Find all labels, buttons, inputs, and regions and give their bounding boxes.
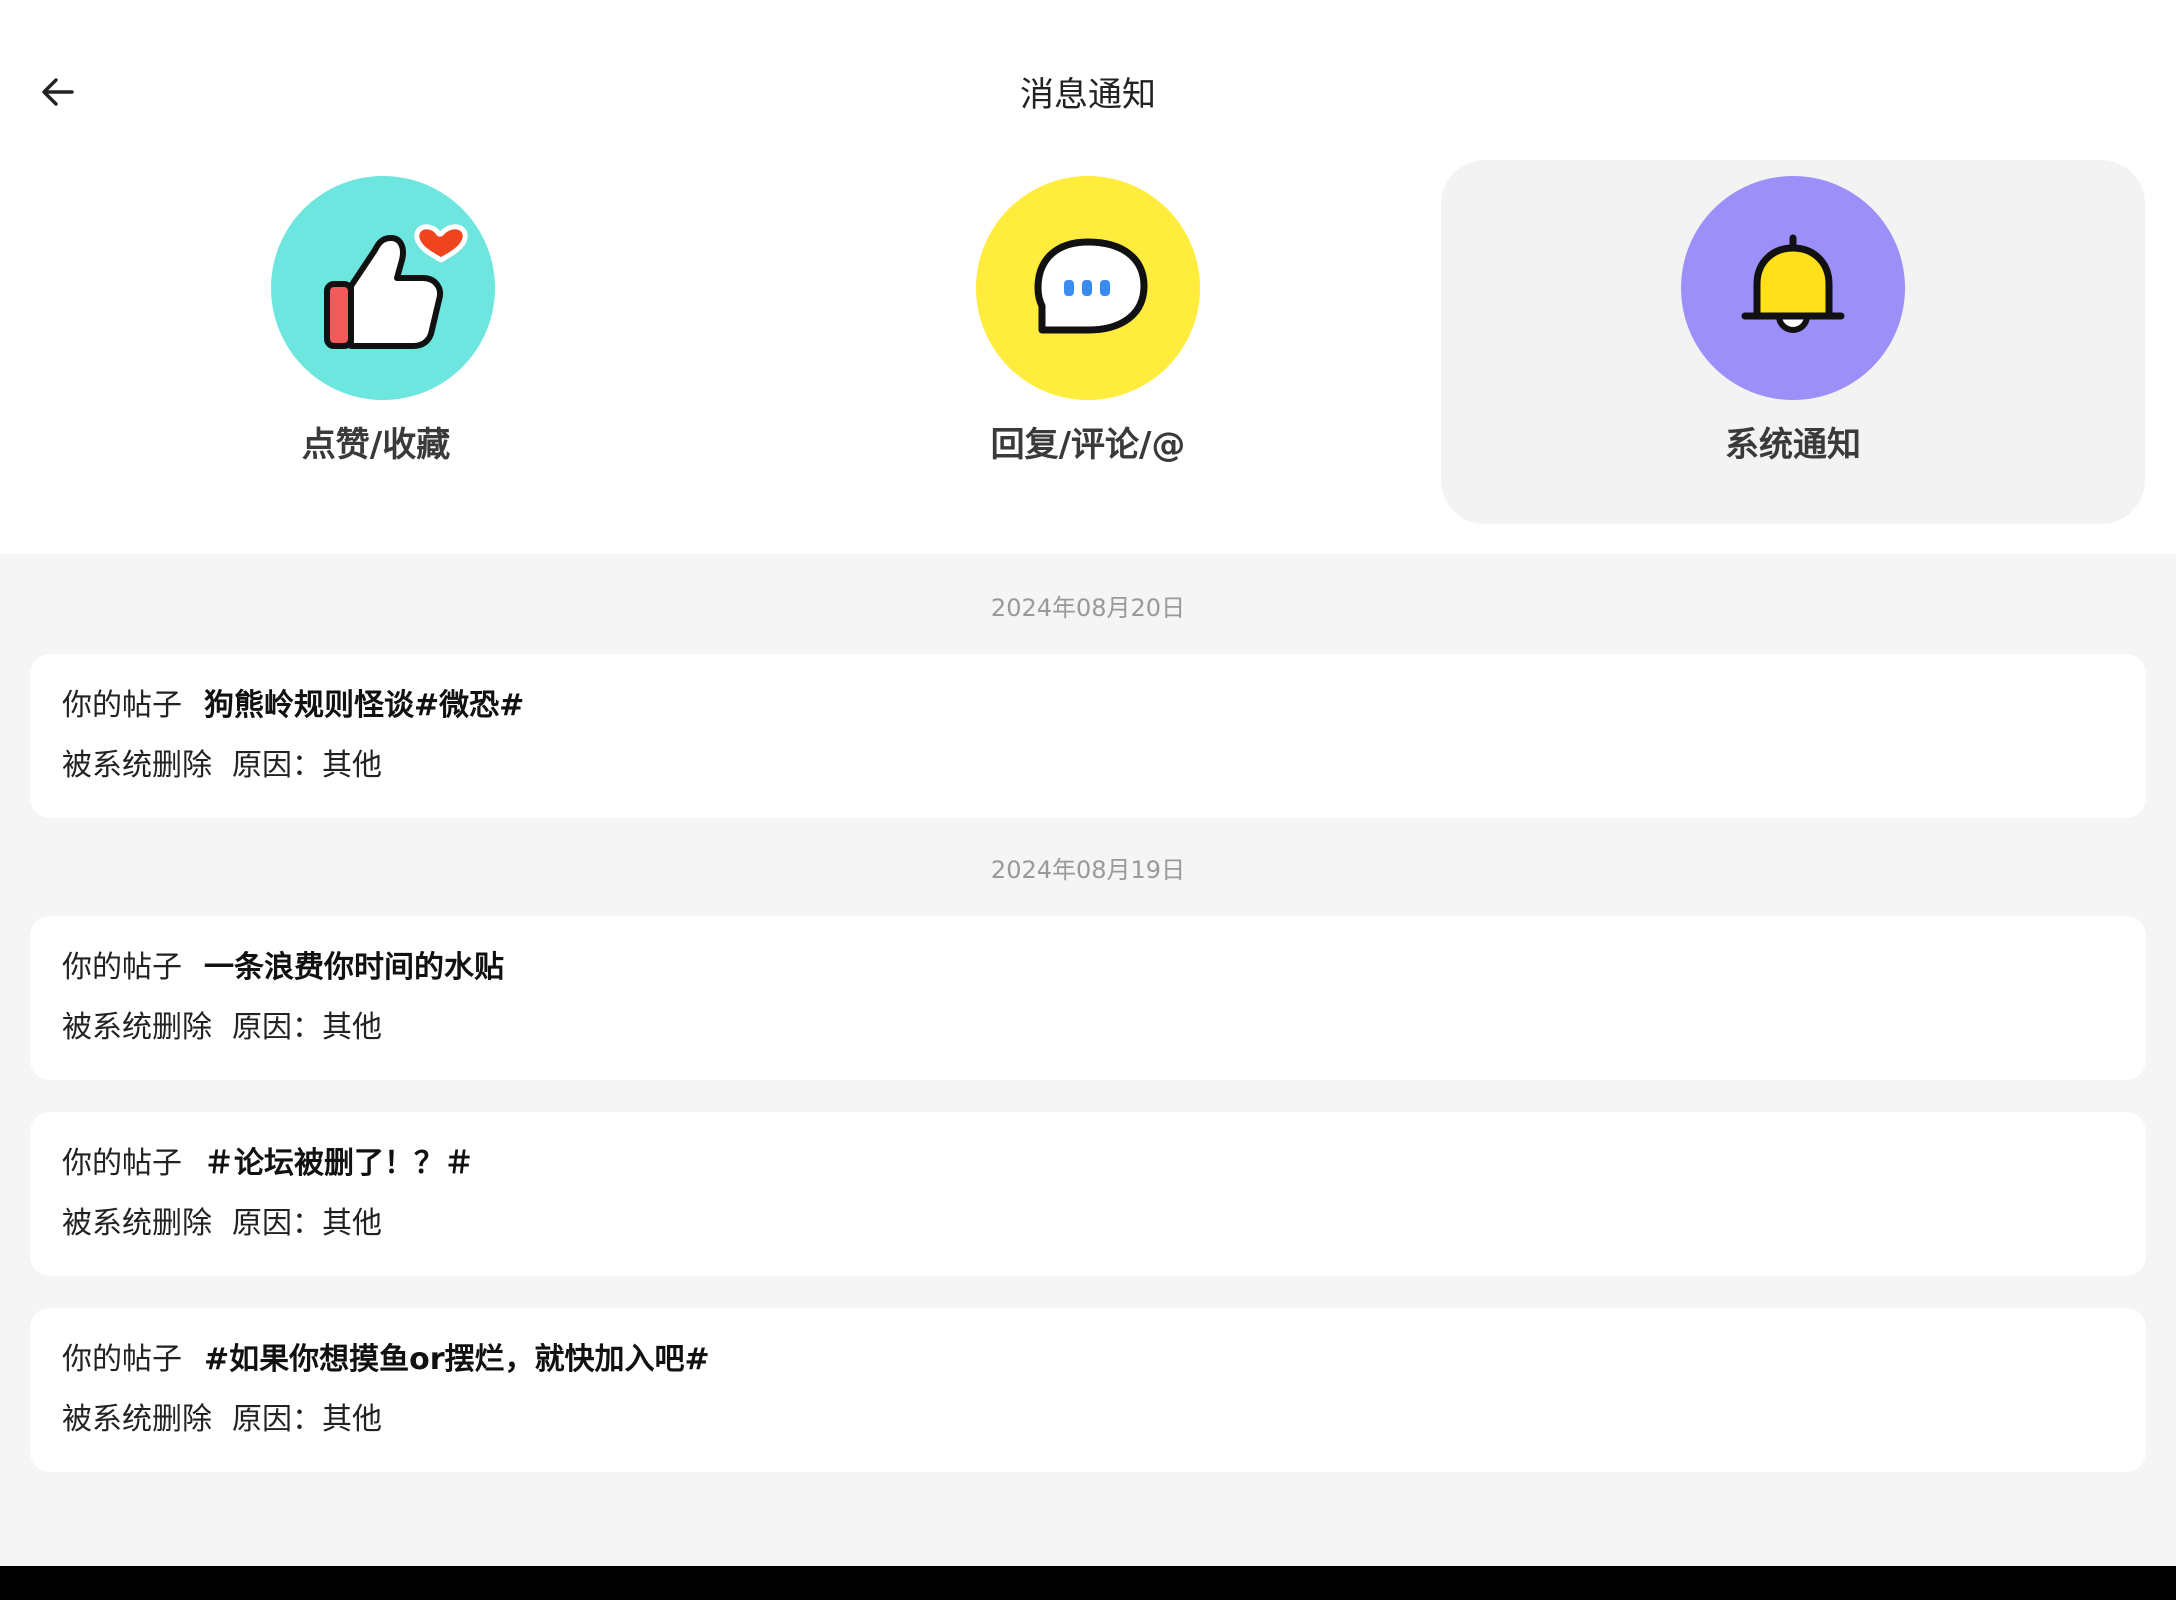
deletion-status: 被系统删除 bbox=[62, 1206, 212, 1241]
notification-line-status: 被系统删除 原因：其他 bbox=[62, 1400, 382, 1440]
header-bar: 消息通知 bbox=[0, 0, 2176, 140]
category-tabs: 点赞/收藏 回复/评论/@ 系统通知 bbox=[0, 140, 2176, 554]
tab-likes-label: 点赞/收藏 bbox=[301, 425, 451, 465]
notification-card[interactable]: 你的帖子 一条浪费你时间的水贴 被系统删除 原因：其他 bbox=[30, 916, 2146, 1080]
notification-line-post: 你的帖子 #如果你想摸鱼or摆烂，就快加入吧# bbox=[62, 1340, 710, 1380]
tab-likes-favorites[interactable]: 点赞/收藏 bbox=[24, 160, 728, 524]
notification-card[interactable]: 你的帖子 #如果你想摸鱼or摆烂，就快加入吧# 被系统删除 原因：其他 bbox=[30, 1308, 2146, 1472]
notification-card[interactable]: 你的帖子 狗熊岭规则怪谈#微恐# 被系统删除 原因：其他 bbox=[30, 654, 2146, 818]
post-prefix: 你的帖子 bbox=[62, 1342, 182, 1377]
deletion-status: 被系统删除 bbox=[62, 1402, 212, 1437]
notification-line-status: 被系统删除 原因：其他 bbox=[62, 746, 382, 786]
tab-system-notifications[interactable]: 系统通知 bbox=[1441, 160, 2145, 524]
post-title: ＃论坛被删了！？＃ bbox=[204, 1146, 474, 1181]
post-title: 一条浪费你时间的水贴 bbox=[204, 950, 504, 985]
post-title: #如果你想摸鱼or摆烂，就快加入吧# bbox=[204, 1342, 710, 1377]
app-root: 消息通知 点赞/收藏 回复/评论/@ 系统通知 2024年08月20日 你的帖子… bbox=[0, 0, 2176, 1600]
tab-system-label: 系统通知 bbox=[1725, 425, 1861, 465]
system-navigation-bar bbox=[0, 1566, 2176, 1600]
deletion-status: 被系统删除 bbox=[62, 748, 212, 783]
post-prefix: 你的帖子 bbox=[62, 688, 182, 723]
deletion-reason: 原因：其他 bbox=[232, 1402, 382, 1437]
notification-line-post: 你的帖子 ＃论坛被删了！？＃ bbox=[62, 1144, 474, 1184]
deletion-status: 被系统删除 bbox=[62, 1010, 212, 1045]
tab-replies-label: 回复/评论/@ bbox=[990, 425, 1186, 465]
chat-bubble-icon bbox=[1034, 238, 1148, 334]
date-separator: 2024年08月19日 bbox=[990, 856, 1186, 884]
notification-card[interactable]: 你的帖子 ＃论坛被删了！？＃ 被系统删除 原因：其他 bbox=[30, 1112, 2146, 1276]
notification-line-post: 你的帖子 狗熊岭规则怪谈#微恐# bbox=[62, 686, 524, 726]
page-title: 消息通知 bbox=[1020, 75, 1156, 115]
notification-line-status: 被系统删除 原因：其他 bbox=[62, 1008, 382, 1048]
likes-icon-circle bbox=[271, 176, 495, 400]
post-title: 狗熊岭规则怪谈#微恐# bbox=[204, 688, 525, 723]
date-separator: 2024年08月20日 bbox=[990, 594, 1186, 622]
thumbs-up-heart-icon bbox=[324, 224, 468, 349]
notification-line-status: 被系统删除 原因：其他 bbox=[62, 1204, 382, 1244]
post-prefix: 你的帖子 bbox=[62, 1146, 182, 1181]
deletion-reason: 原因：其他 bbox=[232, 1206, 382, 1241]
post-prefix: 你的帖子 bbox=[62, 950, 182, 985]
system-icon-circle bbox=[1681, 176, 1905, 400]
deletion-reason: 原因：其他 bbox=[232, 1010, 382, 1045]
notification-line-post: 你的帖子 一条浪费你时间的水贴 bbox=[62, 948, 504, 988]
replies-icon-circle bbox=[976, 176, 1200, 400]
bell-icon bbox=[1741, 234, 1845, 333]
deletion-reason: 原因：其他 bbox=[232, 748, 382, 783]
notification-feed[interactable]: 2024年08月20日 你的帖子 狗熊岭规则怪谈#微恐# 被系统删除 原因：其他 2… bbox=[0, 554, 2176, 1566]
tab-replies-comments[interactable]: 回复/评论/@ bbox=[736, 160, 1440, 524]
